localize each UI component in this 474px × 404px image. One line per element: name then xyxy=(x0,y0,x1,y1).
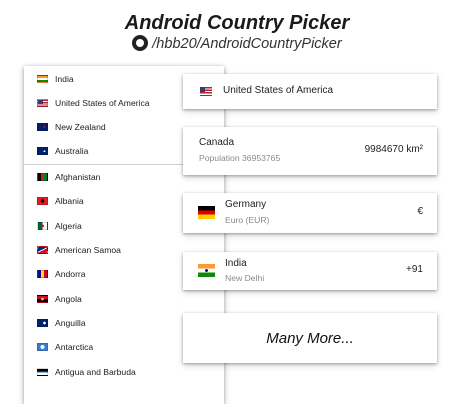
list-item-label: Afghanistan xyxy=(55,172,101,182)
list-item-label: Antarctica xyxy=(55,342,94,352)
country-card-india[interactable]: India New Delhi +91 xyxy=(183,252,437,290)
list-item-label: New Zealand xyxy=(55,122,106,132)
country-detail: Population 36953765 xyxy=(199,153,281,163)
country-card-canada[interactable]: Canada Population 36953765 9984670 km² xyxy=(183,127,437,175)
flag-antarctica-icon xyxy=(37,343,48,351)
list-item-label: Algeria xyxy=(55,221,82,231)
app-title: Android Country Picker xyxy=(124,12,350,34)
list-item-label: Australia xyxy=(55,146,89,156)
flag-new-zealand-icon xyxy=(37,123,48,131)
selected-country-name: United States of America xyxy=(223,85,334,96)
list-item-label: Albania xyxy=(55,196,84,206)
repo-link[interactable]: /hbb20/AndroidCountryPicker xyxy=(0,35,474,52)
flag-andorra-icon xyxy=(37,270,48,278)
country-value: € xyxy=(417,206,423,217)
flag-usa-icon xyxy=(37,99,48,107)
list-item-label: Andorra xyxy=(55,269,86,279)
flag-india-icon xyxy=(37,75,48,83)
country-name: India xyxy=(225,258,247,269)
flag-afghanistan-icon xyxy=(37,173,48,181)
flag-australia-icon xyxy=(37,147,48,155)
flag-usa-icon xyxy=(200,87,212,96)
flag-algeria-icon xyxy=(37,222,48,230)
selected-country-card[interactable]: United States of America xyxy=(183,74,437,109)
many-more-card[interactable]: Many More... xyxy=(183,313,437,363)
country-card-germany[interactable]: Germany Euro (EUR) € xyxy=(183,193,437,233)
list-item-label: India xyxy=(55,74,74,84)
country-name: Germany xyxy=(225,199,267,210)
country-name: Canada xyxy=(199,137,235,148)
country-detail: Euro (EUR) xyxy=(225,215,270,225)
flag-india-icon xyxy=(198,264,215,277)
list-item-label: Anguilla xyxy=(55,318,86,328)
list-item-label: Antigua and Barbuda xyxy=(55,367,136,377)
flag-germany-icon xyxy=(198,206,215,219)
flag-american-samoa-icon xyxy=(37,246,48,254)
flag-anguilla-icon xyxy=(37,319,48,327)
list-item[interactable]: Angola xyxy=(24,287,224,311)
many-more-label: Many More... xyxy=(266,329,354,347)
country-detail: New Delhi xyxy=(225,273,265,283)
country-value: +91 xyxy=(406,264,423,275)
list-item-label: American Samoa xyxy=(55,245,121,255)
github-icon xyxy=(132,35,149,51)
flag-antigua-icon xyxy=(37,368,48,376)
list-item[interactable]: Antigua and Barbuda xyxy=(24,360,224,384)
list-item-label: Angola xyxy=(55,294,82,304)
list-item-label: United States of America xyxy=(55,98,150,108)
flag-albania-icon xyxy=(37,197,48,205)
country-value: 9984670 km² xyxy=(364,144,423,155)
flag-angola-icon xyxy=(37,295,48,303)
repo-path: /hbb20/AndroidCountryPicker xyxy=(152,36,342,52)
